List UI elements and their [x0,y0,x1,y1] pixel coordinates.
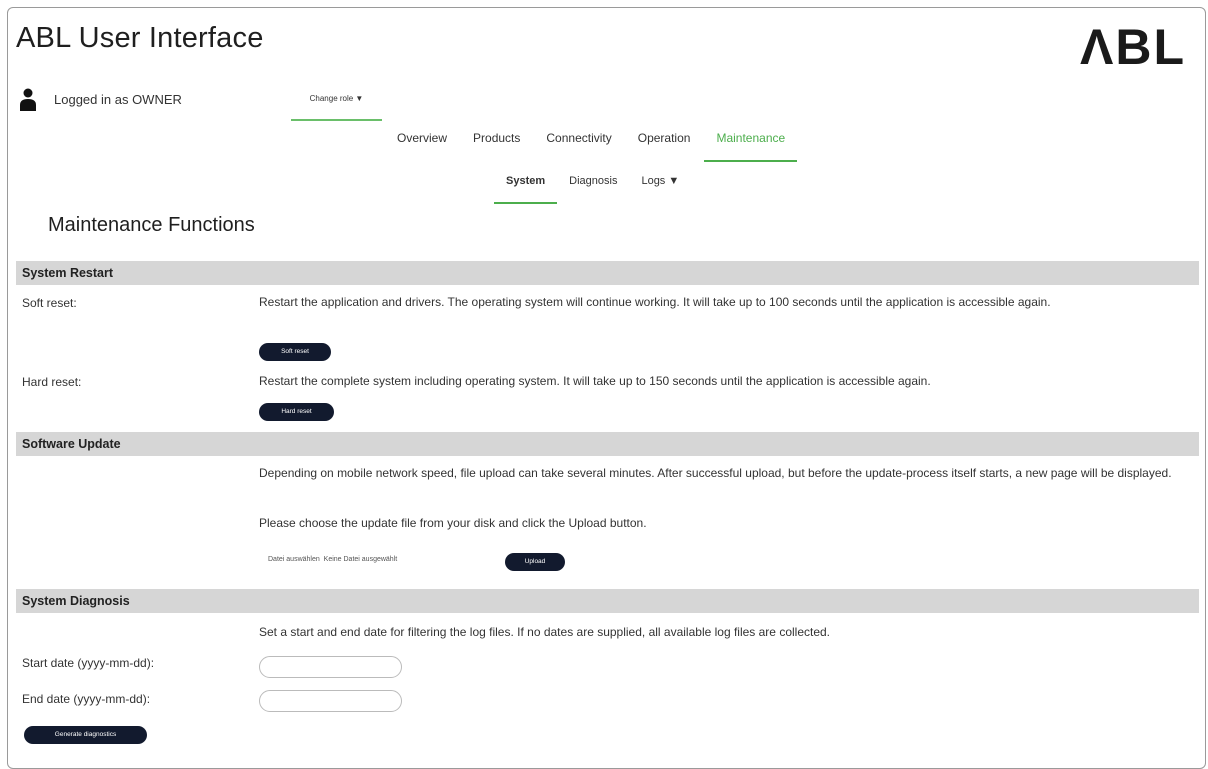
tab-overview[interactable]: Overview [385,128,459,160]
start-date-input[interactable] [259,656,402,678]
tab-maintenance[interactable]: Maintenance [704,128,798,162]
tab-connectivity[interactable]: Connectivity [534,128,623,160]
soft-reset-button[interactable]: Soft reset [259,343,331,361]
hard-reset-description: Restart the complete system including op… [259,374,931,388]
generate-diagnostics-button[interactable]: Generate diagnostics [24,726,147,744]
soft-reset-description: Restart the application and drivers. The… [259,295,1051,309]
subtab-logs[interactable]: Logs ▼ [629,170,691,202]
upload-button[interactable]: Upload [505,553,565,571]
end-date-input[interactable] [259,690,402,712]
logged-in-text: Logged in as OWNER [54,92,182,107]
sub-nav: System Diagnosis Logs ▼ [494,170,691,206]
choose-file-button[interactable]: Datei auswählen [268,556,320,563]
hard-reset-button[interactable]: Hard reset [259,403,334,421]
change-role-dropdown[interactable]: Change role ▼ [291,88,382,121]
end-date-label: End date (yyyy-mm-dd): [22,692,151,706]
file-status: Keine Datei ausgewählt [323,556,398,563]
tab-operation[interactable]: Operation [626,128,703,160]
abl-logo: ΛBL [1080,19,1186,75]
start-date-label: Start date (yyyy-mm-dd): [22,656,155,670]
tab-products[interactable]: Products [461,128,532,160]
update-description: Depending on mobile network speed, file … [259,466,1172,480]
file-chooser[interactable]: Datei auswählen Keine Datei ausgewählt [268,556,397,563]
soft-reset-label: Soft reset: [22,296,77,310]
section-system-diagnosis: System Diagnosis [16,589,1199,613]
page-title: Maintenance Functions [48,214,255,236]
upload-instructions: Please choose the update file from your … [259,516,647,530]
subtab-diagnosis[interactable]: Diagnosis [557,170,629,202]
subtab-system[interactable]: System [494,170,558,204]
section-system-restart: System Restart [16,261,1199,285]
section-software-update: Software Update [16,432,1199,456]
main-nav: Overview Products Connectivity Operation… [385,128,799,164]
hard-reset-label: Hard reset: [22,375,82,389]
app-title: ABL User Interface [16,22,264,54]
diagnosis-description: Set a start and end date for filtering t… [259,625,831,639]
user-icon [20,88,36,111]
